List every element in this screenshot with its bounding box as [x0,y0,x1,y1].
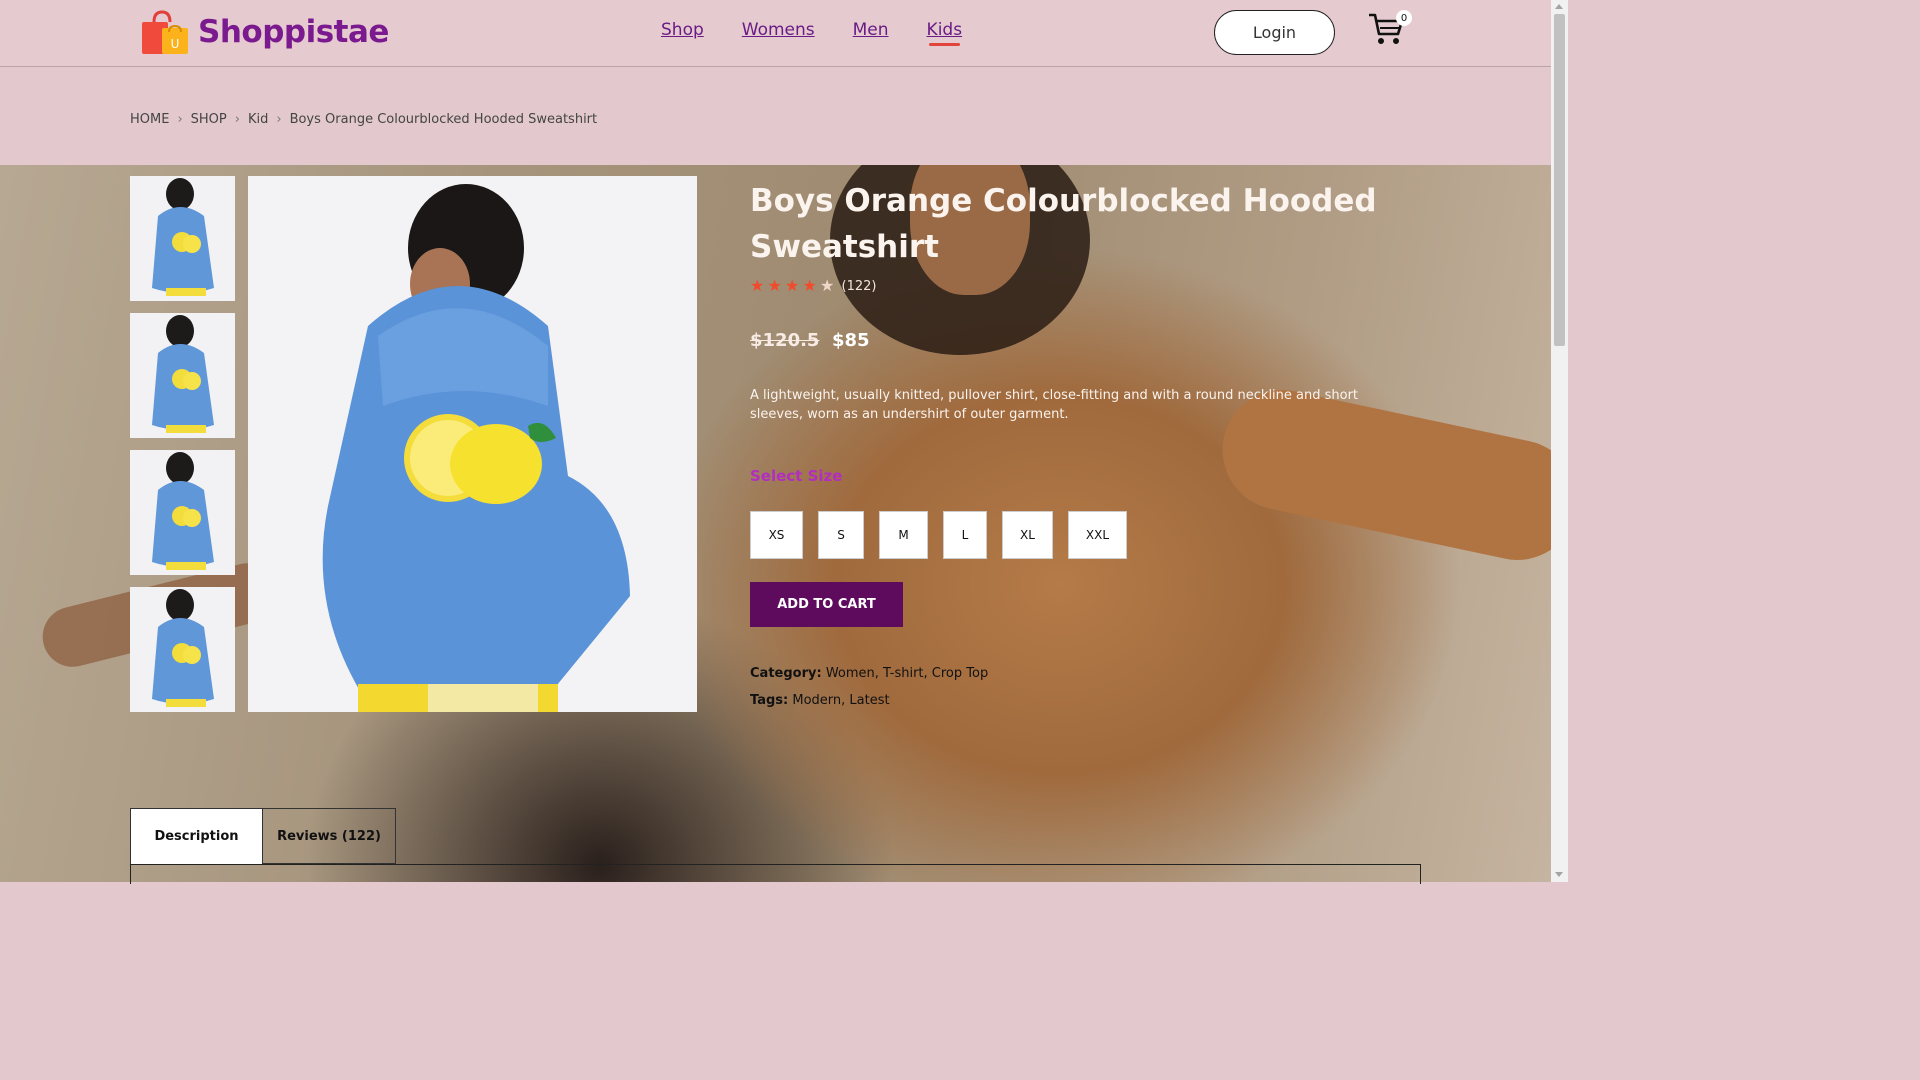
size-option-l[interactable]: L [943,511,987,559]
scroll-down-arrow-icon[interactable] [1555,872,1563,877]
star-icon: ★ [802,276,817,295]
scrollbar-thumb[interactable] [1554,14,1565,346]
chevron-right-icon: › [234,112,240,127]
product-main-image[interactable] [248,176,697,712]
product-title: Boys Orange Colourblocked Hooded Sweatsh… [750,183,1377,265]
product-category: Category: Women, T-shirt, Crop Top [750,666,988,681]
login-button[interactable]: Login [1214,10,1335,55]
product-tabs: Description Reviews (122) [130,808,396,864]
add-to-cart-button[interactable]: ADD TO CART [750,582,903,627]
product-thumbnails [130,176,235,724]
category-label: Category: [750,666,822,681]
breadcrumb-current: Boys Orange Colourblocked Hooded Sweatsh… [289,112,598,127]
half-star-icon: ★ [820,276,835,295]
size-option-s[interactable]: S [818,511,864,559]
nav-item-womens[interactable]: Womens [742,20,815,40]
star-icon: ★ [750,276,765,295]
cart-count-badge: 0 [1396,10,1412,26]
tags-value: Modern, Latest [792,693,890,708]
nav-item-men[interactable]: Men [853,20,889,40]
rating-count: (122) [841,278,877,294]
svg-text:U: U [171,37,180,51]
page-scrollbar[interactable] [1551,0,1568,882]
size-option-m[interactable]: M [879,511,928,559]
brand-logo[interactable]: U Shoppistae [142,10,389,54]
size-option-xs[interactable]: XS [750,511,803,559]
breadcrumb: HOME › SHOP › Kid › Boys Orange Colourbl… [130,112,597,127]
category-value: Women, T-shirt, Crop Top [825,666,989,681]
chevron-right-icon: › [276,112,282,127]
star-icon: ★ [785,276,800,295]
product-thumbnail[interactable] [130,587,235,712]
cart-icon [1368,13,1404,50]
product-tags: Tags: Modern, Latest [750,693,890,708]
product-thumbnail[interactable] [130,313,235,438]
star-icon: ★ [767,276,782,295]
size-options: XS S M L XL XXL [750,511,1127,559]
sale-price: $85 [832,330,870,351]
size-option-xxl[interactable]: XXL [1068,511,1127,559]
select-size-label: Select Size [750,467,843,485]
product-rating: ★ ★ ★ ★ ★ (122) [750,278,876,294]
main-nav: Shop Womens Men Kids [661,20,1000,46]
scroll-up-arrow-icon[interactable] [1555,4,1563,9]
chevron-right-icon: › [177,112,183,127]
breadcrumb-shop[interactable]: SHOP [191,112,227,127]
tab-reviews[interactable]: Reviews (122) [263,808,396,864]
breadcrumb-home[interactable]: HOME [130,112,169,127]
nav-item-kids[interactable]: Kids [927,20,962,46]
site-header: U Shoppistae Shop Womens Men Kids Login … [0,0,1551,67]
shopping-bag-icon: U [142,10,188,54]
tags-label: Tags: [750,693,789,708]
product-thumbnail[interactable] [130,176,235,301]
size-option-xl[interactable]: XL [1002,511,1053,559]
tab-description[interactable]: Description [130,808,263,864]
tab-panel [130,864,1421,884]
breadcrumb-kid[interactable]: Kid [248,112,268,127]
original-price: $120.5 [750,330,820,351]
cart-button[interactable]: 0 [1368,10,1412,50]
brand-name: Shoppistae [198,14,389,50]
product-description: A lightweight, usually knitted, pullover… [750,388,1359,422]
nav-item-shop[interactable]: Shop [661,20,704,40]
product-thumbnail[interactable] [130,450,235,575]
